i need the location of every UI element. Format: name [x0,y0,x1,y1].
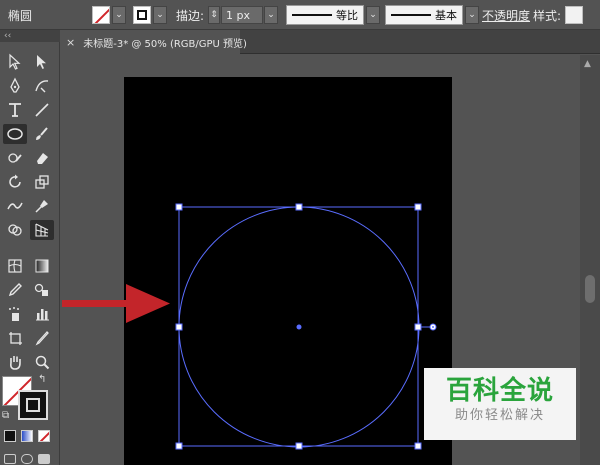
scroll-up-icon[interactable]: ▲ [584,59,591,69]
curvature-tool-icon[interactable] [30,76,54,96]
default-colors-icon[interactable]: ⧉ [2,410,9,421]
scroll-thumb[interactable] [585,275,595,303]
shape-name-label: 椭圆 [8,8,33,23]
artboard[interactable] [124,77,452,465]
style-swatch[interactable] [565,6,584,24]
type-tool-icon[interactable] [3,100,27,120]
puppet-warp-tool-icon[interactable] [30,196,54,216]
draw-behind-icon[interactable] [21,454,33,464]
watermark-subtitle: 助你轻松解决 [454,408,545,423]
perspective-grid-tool-icon[interactable] [30,220,54,240]
fill-dropdown[interactable]: ⌄ [112,6,126,24]
shaper-tool-icon[interactable] [3,148,27,168]
fill-swatch-none[interactable] [92,6,110,24]
eyedropper-tool-icon[interactable] [3,280,27,300]
selection-tool-icon[interactable] [3,52,27,72]
variable-width-control[interactable]: 等比 ⌄ [286,0,380,30]
vertical-scrollbar[interactable]: ▲ [580,55,600,465]
swap-colors-icon[interactable]: ↰ [38,374,46,385]
screen-mode-icon[interactable] [38,454,50,464]
style-group: 样式: [533,0,584,30]
zoom-tool-icon[interactable] [30,352,54,372]
tools-panel: ‹‹ ↰ ⧉ [0,30,60,465]
brush-definition[interactable]: 基本 [385,5,463,25]
tab-title: 未标题-3* @ 50% (RGB/GPU 预览) [83,38,247,50]
shape-builder-tool-icon[interactable] [3,220,27,240]
stroke-color-dropdown[interactable]: ⌄ [153,6,167,24]
draw-normal-icon[interactable] [4,454,16,464]
document-tab-bar: × 未标题-3* @ 50% (RGB/GPU 预览) [60,30,600,54]
column-graph-tool-icon[interactable] [30,304,54,324]
variable-width-profile[interactable]: 等比 [286,5,364,25]
watermark-title: 百科全说 [445,376,554,406]
stroke-swatch-icon[interactable] [18,390,48,420]
eraser-tool-icon[interactable] [30,148,54,168]
fill-stroke-widget[interactable]: ↰ ⧉ [2,374,52,424]
variable-width-label: 等比 [336,9,358,22]
stroke-weight-dropdown[interactable]: ⌄ [264,6,279,24]
brush-dropdown[interactable]: ⌄ [465,6,479,24]
document-tab[interactable]: × 未标题-3* @ 50% (RGB/GPU 预览) [60,30,247,54]
direct-selection-tool-icon[interactable] [30,52,54,72]
tab-close-icon[interactable]: × [66,36,75,49]
paintbrush-tool-icon[interactable] [30,124,54,144]
watermark-logo: 百科全说 助你轻松解决 [424,368,576,440]
shape-name-group: 椭圆 [8,0,32,30]
pen-tool-icon[interactable] [3,76,27,96]
stroke-label: 描边: [176,8,205,23]
scale-tool-icon[interactable] [30,172,54,192]
control-bar: 椭圆 ⌄ ⌄ 描边: ⇕ 1 px ⌄ 等比 ⌄ 基本 ⌄ 不透明度 样式: [0,0,600,30]
symbol-sprayer-tool-icon[interactable] [3,304,27,324]
tools-collapse-icon[interactable]: ‹‹ [0,30,60,42]
stroke-weight-group: 描边: ⇕ 1 px ⌄ [176,0,279,30]
opacity-link[interactable]: 不透明度 [482,7,530,24]
arrow-shaft [62,300,130,307]
opacity-group: 不透明度 [482,0,530,30]
rotate-tool-icon[interactable] [3,172,27,192]
variable-width-line [292,14,332,16]
stroke-weight-input[interactable]: 1 px [221,6,264,24]
stroke-weight-spinner[interactable]: ⇕ [208,6,221,24]
fill-control[interactable]: ⌄ [92,0,126,30]
stroke-color-control[interactable]: ⌄ [133,0,167,30]
slice-tool-icon[interactable] [30,328,54,348]
hand-tool-icon[interactable] [3,352,27,372]
brush-line [391,14,431,16]
stroke-swatch[interactable] [133,6,151,24]
artboard-tool-icon[interactable] [3,328,27,348]
width-tool-icon[interactable] [3,196,27,216]
gradient-tool-icon[interactable] [30,256,54,276]
line-segment-tool-icon[interactable] [30,100,54,120]
brush-control[interactable]: 基本 ⌄ [385,0,479,30]
color-mode-none-icon[interactable] [38,430,50,442]
variable-width-dropdown[interactable]: ⌄ [366,6,380,24]
blend-tool-icon[interactable] [30,280,54,300]
ellipse-tool-icon[interactable] [3,124,27,144]
style-label: 样式: [533,8,562,23]
color-mode-color-icon[interactable] [4,430,16,442]
color-mode-gradient-icon[interactable] [21,430,33,442]
mesh-tool-icon[interactable] [3,256,27,276]
brush-label: 基本 [435,9,457,22]
